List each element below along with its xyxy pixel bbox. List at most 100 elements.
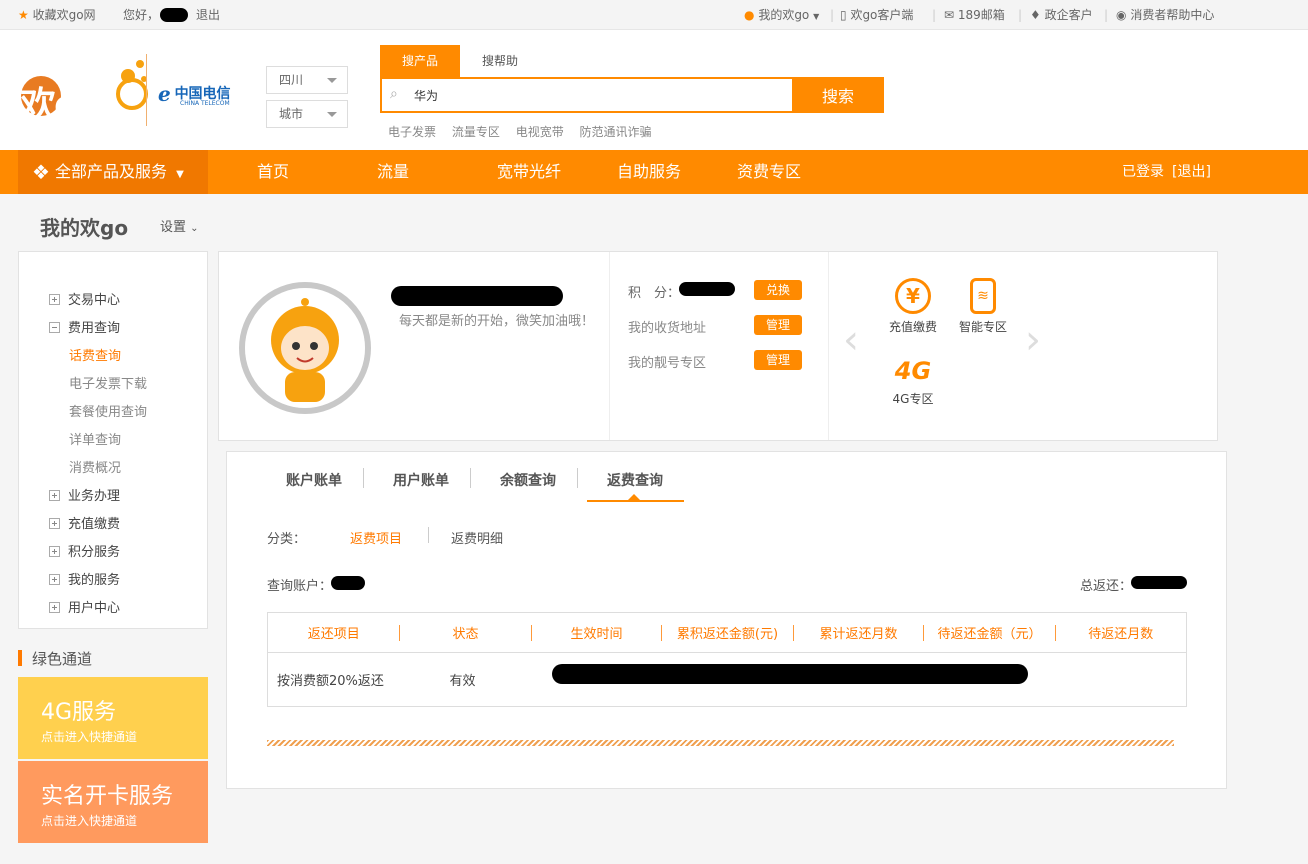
- favorite-link[interactable]: ★ 收藏欢go网: [18, 8, 96, 22]
- nav-self-service[interactable]: 自助服务: [617, 150, 681, 194]
- divider: [577, 468, 578, 488]
- logo-text: 欢go: [20, 85, 103, 126]
- mail-link[interactable]: ✉ 189邮箱: [944, 8, 1005, 22]
- nav-data[interactable]: 流量: [377, 150, 409, 194]
- nav-broadband[interactable]: 宽带光纤: [497, 150, 561, 194]
- orange-bar-marker: [18, 650, 22, 666]
- chevron-down-icon: ▼: [813, 12, 820, 21]
- sidebar-group-trade[interactable]: 交易中心: [49, 289, 120, 308]
- tab-search-help[interactable]: 搜帮助: [470, 45, 530, 77]
- client-link[interactable]: ▯ 欢go客户端: [840, 8, 913, 22]
- search-input[interactable]: [414, 83, 784, 107]
- huango-logo[interactable]: 欢go: [20, 50, 150, 132]
- quick-link-4g-zone[interactable]: 4G 4G专区: [883, 354, 943, 407]
- promo-4g-service[interactable]: 4G服务 点击进入快捷通道: [18, 677, 208, 759]
- redacted-nickname: [391, 286, 563, 306]
- carousel-next-icon[interactable]: ›: [1025, 320, 1041, 360]
- number-label: 我的靓号专区: [628, 356, 707, 371]
- divider: |: [1104, 8, 1109, 22]
- category-rebate-details[interactable]: 返费明细: [451, 528, 503, 547]
- sidebar-group-user-center[interactable]: 用户中心: [49, 597, 120, 616]
- diamond-grid-icon: ❖: [32, 160, 50, 184]
- divider: |: [830, 8, 835, 22]
- hot-link-data[interactable]: 流量专区: [452, 125, 500, 139]
- promo-title: 实名开卡服务: [41, 784, 174, 809]
- caret-down-icon: ▼: [176, 169, 184, 180]
- cell-status: 有效: [449, 674, 476, 689]
- all-products-menu[interactable]: ❖ 全部产品及服务 ▼: [18, 150, 208, 194]
- divider: [363, 468, 364, 488]
- promo-real-name-service[interactable]: 实名开卡服务 点击进入快捷通道: [18, 761, 208, 843]
- sidebar-group-my-services[interactable]: 我的服务: [49, 569, 120, 588]
- hot-link-tv-broadband[interactable]: 电视宽带: [516, 125, 564, 139]
- mascot-avatar-icon: [245, 288, 365, 408]
- yuan-icon: ¥: [895, 278, 931, 314]
- star-icon: ★: [18, 8, 29, 22]
- expand-icon: [49, 574, 60, 585]
- settings-dropdown[interactable]: 设置 ⌄: [160, 216, 199, 235]
- sidebar-item-bill-query[interactable]: 话费查询: [69, 345, 121, 364]
- hot-link-anti-fraud[interactable]: 防范通讯诈骗: [580, 125, 652, 139]
- sidebar-group-recharge[interactable]: 充值缴费: [49, 513, 120, 532]
- help-center-link[interactable]: ◉ 消费者帮助中心: [1116, 8, 1214, 22]
- search-box: ⌕ 搜索: [380, 77, 884, 113]
- site-header: 欢go ℯ 中国电信 CHINA TELECOM 四川 城市 搜产品 搜帮助 ⌕…: [0, 30, 1308, 150]
- hot-link-invoice[interactable]: 电子发票: [388, 125, 436, 139]
- topbar-logout-link[interactable]: 退出: [196, 8, 220, 22]
- 4g-icon: 4G: [894, 357, 932, 385]
- nav-logged-in: 已登录: [1122, 164, 1164, 180]
- nav-logout[interactable]: [退出]: [1172, 150, 1211, 194]
- nav-tariff[interactable]: 资费专区: [737, 150, 801, 194]
- divider: [828, 252, 829, 440]
- promo-title: 4G服务: [41, 700, 117, 725]
- redeem-points-button[interactable]: 兑换: [754, 280, 802, 300]
- rebate-query-panel: 账户账单 用户账单 余额查询 返费查询 分类： 返费项目 返费明细 查询账户： …: [226, 451, 1227, 789]
- tab-rebate-query[interactable]: 返费查询: [607, 470, 663, 490]
- sidebar-group-points[interactable]: 积分服务: [49, 541, 120, 560]
- green-channel-title: 绿色通道: [18, 648, 92, 669]
- city-select[interactable]: 城市: [266, 100, 348, 128]
- hot-links: 电子发票 流量专区 电视宽带 防范通讯诈骗: [388, 123, 652, 140]
- divider: |: [932, 8, 937, 22]
- logo-divider: [146, 54, 147, 126]
- cell-pending-months: [1056, 653, 1187, 707]
- sidebar-group-business[interactable]: 业务办理: [49, 485, 120, 504]
- promo-subtitle: 点击进入快捷通道: [41, 814, 138, 828]
- category-rebate-items[interactable]: 返费项目: [350, 528, 402, 547]
- sidebar-group-billing[interactable]: 费用查询: [49, 317, 120, 336]
- expand-icon: [49, 490, 60, 501]
- tab-balance-query[interactable]: 余额查询: [500, 470, 556, 490]
- province-select[interactable]: 四川: [266, 66, 348, 94]
- sidebar-item-detail-query[interactable]: 详单查询: [69, 429, 121, 448]
- tab-user-bill[interactable]: 用户账单: [393, 470, 449, 490]
- address-label: 我的收货地址: [628, 321, 707, 336]
- manage-number-button[interactable]: 管理: [754, 350, 802, 370]
- quick-link-recharge[interactable]: ¥ 充值缴费: [883, 278, 943, 335]
- nav-home[interactable]: 首页: [257, 150, 289, 194]
- carousel-prev-icon[interactable]: ‹: [843, 320, 859, 360]
- column-header: 累计返还月数: [793, 612, 924, 653]
- quick-link-smart-zone[interactable]: ≋ 智能专区: [953, 278, 1013, 335]
- column-header: 累积返还金额(元): [661, 612, 794, 653]
- expand-icon: [49, 602, 60, 613]
- sidebar-item-e-invoice[interactable]: 电子发票下载: [69, 373, 147, 392]
- china-telecom-logo: ℯ 中国电信 CHINA TELECOM: [158, 82, 231, 107]
- column-header: 待返还金额（元）: [923, 612, 1056, 653]
- hatched-divider: [267, 740, 1174, 746]
- tab-account-bill[interactable]: 账户账单: [286, 470, 342, 490]
- category-label: 分类：: [267, 532, 307, 547]
- column-header: 状态: [399, 612, 532, 653]
- sidebar-item-consumption[interactable]: 消费概况: [69, 457, 121, 476]
- avatar[interactable]: [239, 282, 371, 414]
- tab-search-products[interactable]: 搜产品: [380, 45, 460, 77]
- manage-address-button[interactable]: 管理: [754, 315, 802, 335]
- sidebar-item-plan-usage[interactable]: 套餐使用查询: [69, 401, 147, 420]
- enterprise-link[interactable]: ♦ 政企客户: [1030, 8, 1093, 22]
- query-account-label: 查询账户：: [267, 579, 333, 594]
- smart-device-icon: ≋: [970, 278, 996, 314]
- my-huango-menu[interactable]: ● 我的欢go ▼: [744, 8, 819, 24]
- page-title: 我的欢go: [40, 216, 129, 240]
- search-button[interactable]: 搜索: [792, 77, 884, 113]
- active-tab-indicator: [587, 500, 684, 502]
- column-header: 生效时间: [531, 612, 662, 653]
